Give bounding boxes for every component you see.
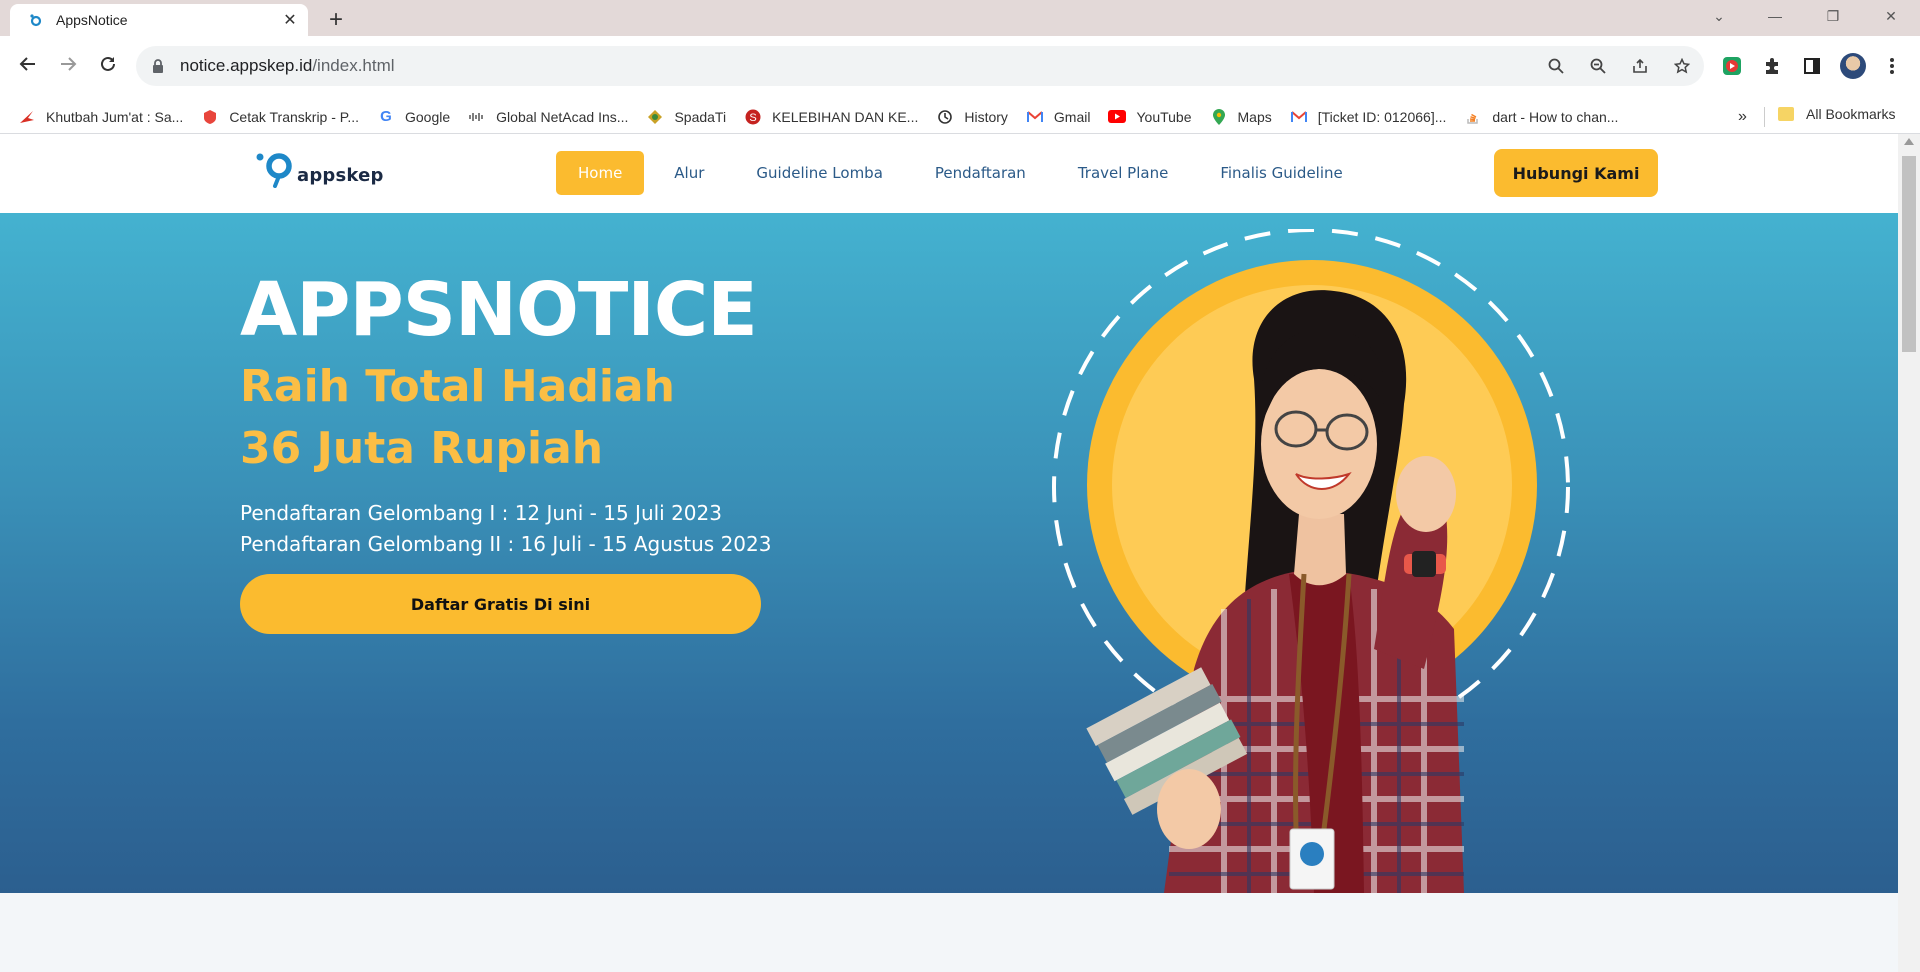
forward-icon[interactable] <box>54 50 82 78</box>
bookmark-label: [Ticket ID: 012066]... <box>1317 108 1447 125</box>
extensions-puzzle-icon[interactable] <box>1760 54 1784 78</box>
more-bookmarks-chevron[interactable]: » <box>1738 108 1747 126</box>
browser-toolbar: notice.appskep.id/index.html <box>0 36 1920 100</box>
hero-subtitle-line2: 36 Juta Rupiah <box>240 423 604 474</box>
page-scrollbar[interactable] <box>1898 134 1920 972</box>
profile-avatar[interactable] <box>1840 53 1866 79</box>
bookmark-item[interactable]: S KELEBIHAN DAN KE... <box>744 108 918 126</box>
share-icon[interactable] <box>1630 56 1650 76</box>
bookmark-item[interactable]: G Google <box>377 108 450 126</box>
bookmark-item[interactable]: Gmail <box>1026 108 1091 126</box>
hero-illustration <box>1052 229 1570 893</box>
youtube-icon <box>1108 108 1127 126</box>
appskep-logo-mark-icon <box>256 153 292 188</box>
s-circle-icon: S <box>744 108 762 126</box>
all-bookmarks-folder[interactable]: All Bookmarks <box>1778 106 1895 122</box>
main-nav: Home Alur Guideline Lomba Pendaftaran Tr… <box>556 151 1373 195</box>
minimize-button[interactable]: — <box>1752 0 1798 32</box>
close-tab-icon[interactable]: ✕ <box>282 12 298 29</box>
bookmark-label: dart - How to chan... <box>1492 108 1619 125</box>
red-arrow-icon <box>18 108 36 126</box>
bookmark-item[interactable]: Global NetAcad Ins... <box>468 108 628 126</box>
tab-strip: AppsNotice ✕ + ⌄ — ❐ ✕ <box>0 0 1920 36</box>
hero-section: APPSNOTICE Raih Total Hadiah 36 Juta Rup… <box>0 213 1898 893</box>
bookmark-label: KELEBIHAN DAN KE... <box>772 108 919 125</box>
hero-title: APPSNOTICE <box>240 267 758 353</box>
address-bar[interactable]: notice.appskep.id/index.html <box>136 46 1704 86</box>
nav-finalis-guideline[interactable]: Finalis Guideline <box>1198 151 1364 195</box>
registration-wave-2: Pendaftaran Gelombang II : 16 Juli - 15 … <box>240 532 772 556</box>
nav-guideline-lomba[interactable]: Guideline Lomba <box>734 151 904 195</box>
extension-video-icon[interactable] <box>1720 54 1744 78</box>
stackoverflow-icon <box>1464 108 1482 126</box>
nav-pendaftaran[interactable]: Pendaftaran <box>913 151 1048 195</box>
restore-button[interactable]: ❐ <box>1810 0 1856 32</box>
bookmark-star-icon[interactable] <box>1672 56 1692 76</box>
nav-alur[interactable]: Alur <box>652 151 726 195</box>
bookmark-label: Global NetAcad Ins... <box>496 108 629 125</box>
hero-subtitle-line1: Raih Total Hadiah <box>240 361 675 412</box>
new-tab-button[interactable]: + <box>322 6 350 34</box>
bookmark-item[interactable]: History <box>936 108 1008 126</box>
all-bookmarks-label: All Bookmarks <box>1806 106 1896 122</box>
side-panel-icon[interactable] <box>1800 54 1824 78</box>
bookmark-label: Google <box>405 108 451 125</box>
google-icon: G <box>380 108 392 125</box>
lock-icon[interactable] <box>150 58 166 74</box>
bookmark-item[interactable]: Cetak Transkrip - P... <box>201 108 359 126</box>
tab-search-icon[interactable]: ⌄ <box>1696 0 1742 32</box>
red-shield-icon <box>201 108 219 126</box>
bookmark-label: Cetak Transkrip - P... <box>229 108 359 125</box>
bookmark-item[interactable]: [Ticket ID: 012066]... <box>1290 108 1447 126</box>
scrollbar-thumb[interactable] <box>1902 156 1916 352</box>
folder-icon <box>1778 107 1794 121</box>
bookmarks-divider <box>1764 107 1765 127</box>
bookmark-item[interactable]: dart - How to chan... <box>1464 108 1618 126</box>
page-viewport: appskep Home Alur Guideline Lomba Pendaf… <box>0 134 1898 972</box>
bookmark-label: History <box>964 108 1008 125</box>
bookmark-label: YouTube <box>1136 108 1192 125</box>
tab-title: AppsNotice <box>56 12 128 28</box>
appskep-logo[interactable]: appskep <box>255 152 384 188</box>
svg-text:S: S <box>749 112 756 124</box>
url-text: notice.appskep.id/index.html <box>180 56 395 75</box>
nav-travel-plane[interactable]: Travel Plane <box>1056 151 1191 195</box>
bookmark-item[interactable]: YouTube <box>1108 108 1192 126</box>
bookmark-label: Gmail <box>1053 108 1091 125</box>
maps-icon <box>1210 108 1228 126</box>
site-header: appskep Home Alur Guideline Lomba Pendaf… <box>0 134 1898 213</box>
registration-wave-1: Pendaftaran Gelombang I : 12 Juni - 15 J… <box>240 501 722 525</box>
gmail-icon <box>1026 108 1044 126</box>
scroll-up-arrow-icon[interactable] <box>1904 138 1914 145</box>
bookmark-label: Maps <box>1237 108 1272 125</box>
bookmark-label: Khutbah Jum'at : Sa... <box>46 108 184 125</box>
reload-icon[interactable] <box>94 50 122 78</box>
cisco-icon <box>468 108 486 126</box>
history-icon <box>936 108 954 126</box>
back-icon[interactable] <box>14 50 42 78</box>
browser-tab[interactable]: AppsNotice ✕ <box>10 4 308 36</box>
spada-icon <box>646 108 664 126</box>
gmail-icon <box>1290 108 1308 126</box>
menu-kebab-icon[interactable] <box>1880 54 1904 78</box>
search-icon[interactable] <box>1546 56 1566 76</box>
bookmark-item[interactable]: SpadaTi <box>646 108 726 126</box>
nav-home[interactable]: Home <box>556 151 645 195</box>
hubungi-kami-button[interactable]: Hubungi Kami <box>1494 149 1658 197</box>
appskep-favicon-icon <box>28 12 44 28</box>
zoom-out-icon[interactable] <box>1588 56 1608 76</box>
bookmark-label: SpadaTi <box>674 108 727 125</box>
logo-text: appskep <box>297 165 384 186</box>
bookmark-item[interactable]: Maps <box>1210 108 1272 126</box>
bookmarks-bar: Khutbah Jum'at : Sa... Cetak Transkrip - … <box>0 100 1920 134</box>
daftar-gratis-button[interactable]: Daftar Gratis Di sini <box>240 574 761 634</box>
close-window-button[interactable]: ✕ <box>1868 0 1914 32</box>
bookmark-item[interactable]: Khutbah Jum'at : Sa... <box>18 108 183 126</box>
